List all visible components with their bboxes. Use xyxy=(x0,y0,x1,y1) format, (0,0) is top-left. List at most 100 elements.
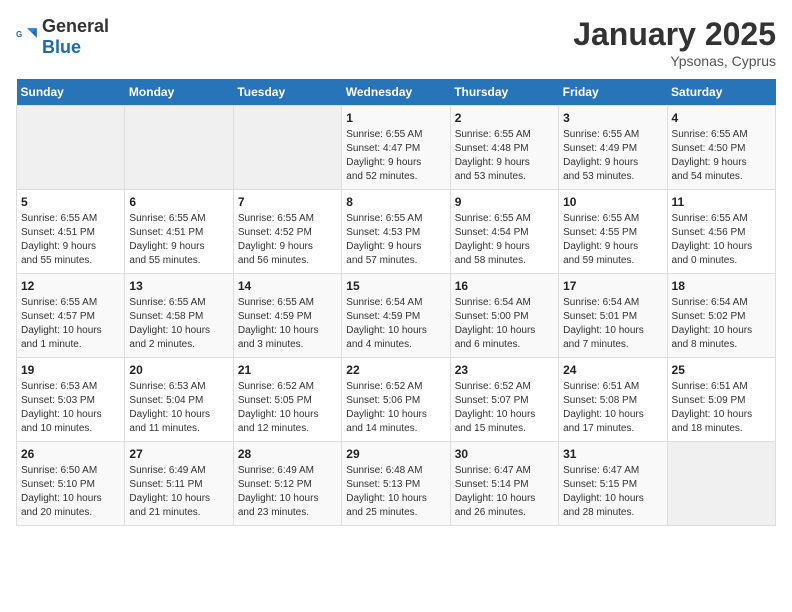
day-of-week-header: Tuesday xyxy=(233,79,341,106)
calendar-title: January 2025 xyxy=(573,16,776,53)
calendar-cell: 13 Sunrise: 6:55 AM Sunset: 4:58 PM Dayli… xyxy=(125,274,233,358)
day-info: Sunrise: 6:51 AM Sunset: 5:08 PM Dayligh… xyxy=(563,380,662,436)
day-number: 2 xyxy=(455,111,554,125)
day-number: 13 xyxy=(129,279,228,293)
day-number: 5 xyxy=(21,195,120,209)
calendar-cell xyxy=(233,106,341,190)
calendar-cell: 18Sunrise: 6:54 AM Sunset: 5:02 PM Dayli… xyxy=(667,274,775,358)
calendar-cell: 12Sunrise: 6:55 AM Sunset: 4:57 PM Dayli… xyxy=(17,274,125,358)
calendar-cell: 19 Sunrise: 6:53 AM Sunset: 5:03 PM Dayli… xyxy=(17,358,125,442)
calendar-cell: 16Sunrise: 6:54 AM Sunset: 5:00 PM Dayli… xyxy=(450,274,558,358)
calendar-cell: 30 Sunrise: 6:47 AM Sunset: 5:14 PM Dayli… xyxy=(450,442,558,526)
day-info: Sunrise: 6:51 AM Sunset: 5:09 PM Dayligh… xyxy=(672,380,771,436)
day-info: Sunrise: 6:47 AM Sunset: 5:15 PM Dayligh… xyxy=(563,464,662,520)
day-number: 15 xyxy=(346,279,445,293)
day-info: Sunrise: 6:55 AM Sunset: 4:49 PM Dayligh… xyxy=(563,128,662,184)
calendar-week-row: 19 Sunrise: 6:53 AM Sunset: 5:03 PM Dayli… xyxy=(17,358,776,442)
day-info: Sunrise: 6:55 AM Sunset: 4:50 PM Dayligh… xyxy=(672,128,771,184)
day-info: Sunrise: 6:48 AM Sunset: 5:13 PM Dayligh… xyxy=(346,464,445,520)
day-info: Sunrise: 6:55 AM Sunset: 4:51 PM Dayligh… xyxy=(21,212,120,268)
day-info: Sunrise: 6:53 AM Sunset: 5:04 PM Dayligh… xyxy=(129,380,228,436)
calendar-table: SundayMondayTuesdayWednesdayThursdayFrid… xyxy=(16,79,776,526)
day-info: Sunrise: 6:55 AM Sunset: 4:51 PM Dayligh… xyxy=(129,212,228,268)
day-info: Sunrise: 6:52 AM Sunset: 5:06 PM Dayligh… xyxy=(346,380,445,436)
day-number: 29 xyxy=(346,447,445,461)
calendar-cell: 31 Sunrise: 6:47 AM Sunset: 5:15 PM Dayli… xyxy=(559,442,667,526)
calendar-cell: 11Sunrise: 6:55 AM Sunset: 4:56 PM Dayli… xyxy=(667,190,775,274)
day-number: 25 xyxy=(672,363,771,377)
calendar-cell: 6 Sunrise: 6:55 AM Sunset: 4:51 PM Daylig… xyxy=(125,190,233,274)
day-number: 22 xyxy=(346,363,445,377)
day-number: 3 xyxy=(563,111,662,125)
calendar-cell: 14 Sunrise: 6:55 AM Sunset: 4:59 PM Dayli… xyxy=(233,274,341,358)
calendar-cell: 5 Sunrise: 6:55 AM Sunset: 4:51 PM Daylig… xyxy=(17,190,125,274)
day-of-week-header: Wednesday xyxy=(342,79,450,106)
day-number: 19 xyxy=(21,363,120,377)
day-number: 18 xyxy=(672,279,771,293)
day-of-week-header: Saturday xyxy=(667,79,775,106)
calendar-cell: 17Sunrise: 6:54 AM Sunset: 5:01 PM Dayli… xyxy=(559,274,667,358)
title-block: January 2025 Ypsonas, Cyprus xyxy=(573,16,776,69)
day-number: 8 xyxy=(346,195,445,209)
day-info: Sunrise: 6:55 AM Sunset: 4:55 PM Dayligh… xyxy=(563,212,662,268)
logo-text-general: General xyxy=(42,16,109,36)
day-of-week-header: Thursday xyxy=(450,79,558,106)
day-info: Sunrise: 6:52 AM Sunset: 5:07 PM Dayligh… xyxy=(455,380,554,436)
day-number: 30 xyxy=(455,447,554,461)
day-number: 23 xyxy=(455,363,554,377)
svg-text:G: G xyxy=(16,30,22,39)
day-number: 4 xyxy=(672,111,771,125)
calendar-week-row: 12Sunrise: 6:55 AM Sunset: 4:57 PM Dayli… xyxy=(17,274,776,358)
day-info: Sunrise: 6:52 AM Sunset: 5:05 PM Dayligh… xyxy=(238,380,337,436)
calendar-cell: 9Sunrise: 6:55 AM Sunset: 4:54 PM Daylig… xyxy=(450,190,558,274)
day-number: 20 xyxy=(129,363,228,377)
day-of-week-header: Sunday xyxy=(17,79,125,106)
day-info: Sunrise: 6:55 AM Sunset: 4:59 PM Dayligh… xyxy=(238,296,337,352)
calendar-cell xyxy=(667,442,775,526)
day-info: Sunrise: 6:49 AM Sunset: 5:12 PM Dayligh… xyxy=(238,464,337,520)
day-number: 16 xyxy=(455,279,554,293)
day-info: Sunrise: 6:50 AM Sunset: 5:10 PM Dayligh… xyxy=(21,464,120,520)
calendar-cell: 2 Sunrise: 6:55 AM Sunset: 4:48 PM Daylig… xyxy=(450,106,558,190)
calendar-cell: 20 Sunrise: 6:53 AM Sunset: 5:04 PM Dayli… xyxy=(125,358,233,442)
day-info: Sunrise: 6:55 AM Sunset: 4:57 PM Dayligh… xyxy=(21,296,120,352)
day-info: Sunrise: 6:54 AM Sunset: 4:59 PM Dayligh… xyxy=(346,296,445,352)
day-info: Sunrise: 6:47 AM Sunset: 5:14 PM Dayligh… xyxy=(455,464,554,520)
calendar-week-row: 5 Sunrise: 6:55 AM Sunset: 4:51 PM Daylig… xyxy=(17,190,776,274)
calendar-cell: 15 Sunrise: 6:54 AM Sunset: 4:59 PM Dayli… xyxy=(342,274,450,358)
calendar-cell: 10 Sunrise: 6:55 AM Sunset: 4:55 PM Dayli… xyxy=(559,190,667,274)
calendar-cell: 24Sunrise: 6:51 AM Sunset: 5:08 PM Dayli… xyxy=(559,358,667,442)
day-number: 14 xyxy=(238,279,337,293)
calendar-cell: 25 Sunrise: 6:51 AM Sunset: 5:09 PM Dayli… xyxy=(667,358,775,442)
calendar-cell: 1Sunrise: 6:55 AM Sunset: 4:47 PM Daylig… xyxy=(342,106,450,190)
calendar-cell xyxy=(17,106,125,190)
logo: G General Blue xyxy=(16,16,109,58)
calendar-cell: 29 Sunrise: 6:48 AM Sunset: 5:13 PM Dayli… xyxy=(342,442,450,526)
calendar-cell: 22 Sunrise: 6:52 AM Sunset: 5:06 PM Dayli… xyxy=(342,358,450,442)
calendar-week-row: 26 Sunrise: 6:50 AM Sunset: 5:10 PM Dayli… xyxy=(17,442,776,526)
day-info: Sunrise: 6:55 AM Sunset: 4:58 PM Dayligh… xyxy=(129,296,228,352)
day-info: Sunrise: 6:55 AM Sunset: 4:52 PM Dayligh… xyxy=(238,212,337,268)
day-number: 10 xyxy=(563,195,662,209)
day-number: 27 xyxy=(129,447,228,461)
calendar-cell: 3 Sunrise: 6:55 AM Sunset: 4:49 PM Daylig… xyxy=(559,106,667,190)
day-number: 17 xyxy=(563,279,662,293)
calendar-cell: 4 Sunrise: 6:55 AM Sunset: 4:50 PM Daylig… xyxy=(667,106,775,190)
logo-text-blue: Blue xyxy=(42,37,81,57)
logo-icon: G xyxy=(16,25,40,49)
day-number: 11 xyxy=(672,195,771,209)
calendar-cell: 8Sunrise: 6:55 AM Sunset: 4:53 PM Daylig… xyxy=(342,190,450,274)
day-number: 21 xyxy=(238,363,337,377)
day-info: Sunrise: 6:53 AM Sunset: 5:03 PM Dayligh… xyxy=(21,380,120,436)
calendar-cell: 27Sunrise: 6:49 AM Sunset: 5:11 PM Dayli… xyxy=(125,442,233,526)
day-number: 31 xyxy=(563,447,662,461)
day-info: Sunrise: 6:55 AM Sunset: 4:48 PM Dayligh… xyxy=(455,128,554,184)
days-header-row: SundayMondayTuesdayWednesdayThursdayFrid… xyxy=(17,79,776,106)
calendar-cell: 28Sunrise: 6:49 AM Sunset: 5:12 PM Dayli… xyxy=(233,442,341,526)
day-number: 6 xyxy=(129,195,228,209)
day-number: 26 xyxy=(21,447,120,461)
calendar-cell: 23 Sunrise: 6:52 AM Sunset: 5:07 PM Dayli… xyxy=(450,358,558,442)
calendar-cell xyxy=(125,106,233,190)
calendar-cell: 26 Sunrise: 6:50 AM Sunset: 5:10 PM Dayli… xyxy=(17,442,125,526)
day-number: 1 xyxy=(346,111,445,125)
